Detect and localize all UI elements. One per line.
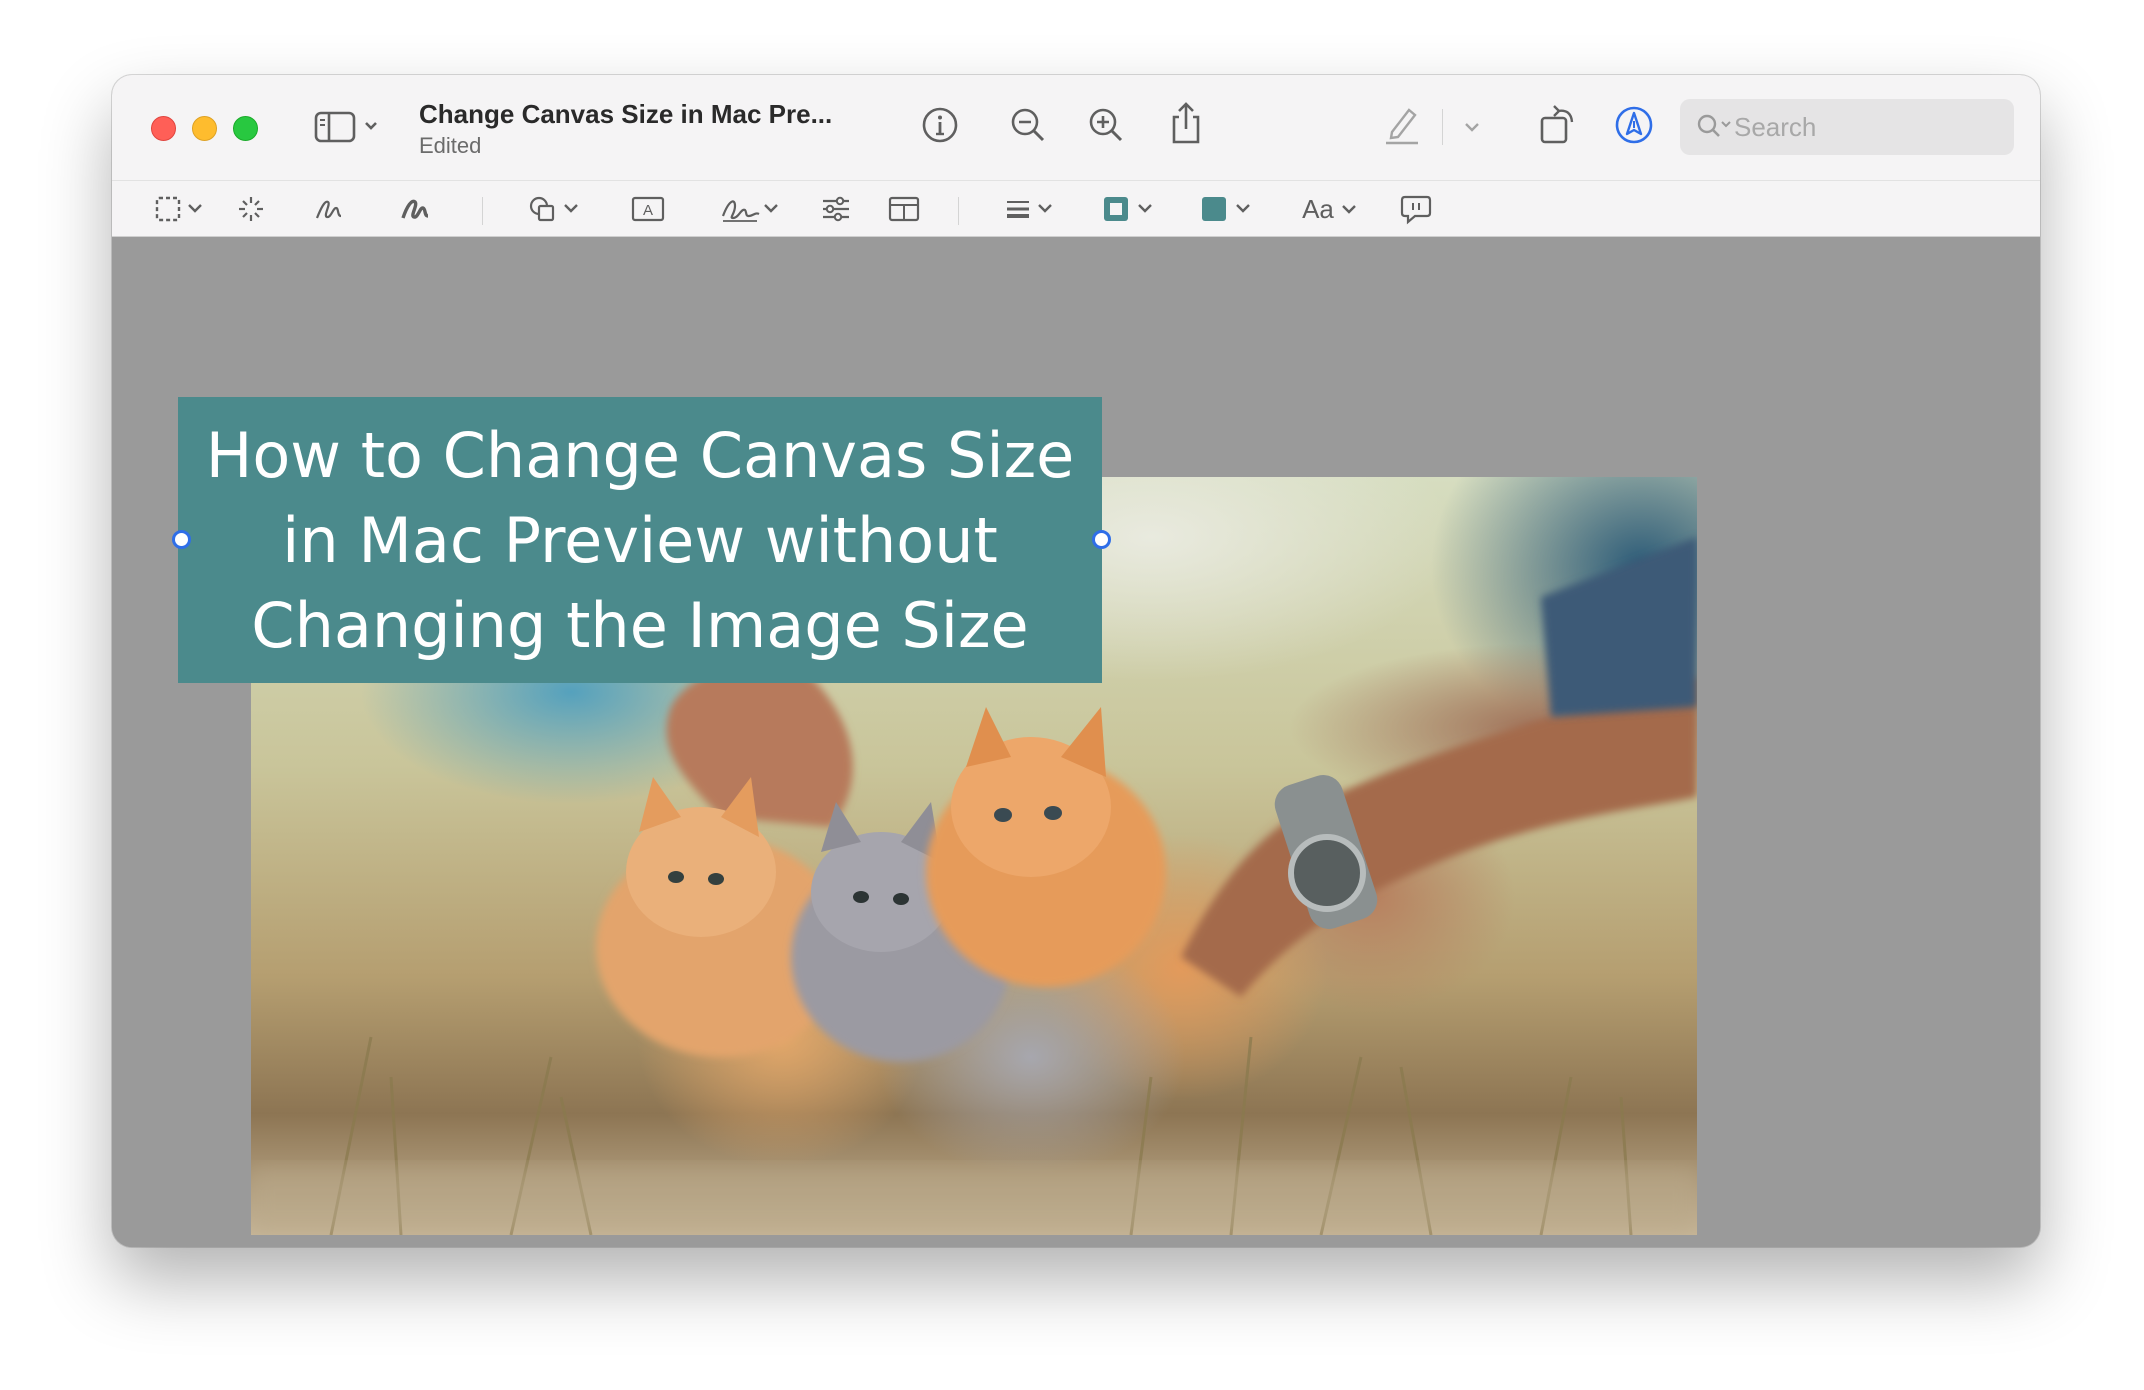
note-button[interactable] [1398, 193, 1434, 225]
rotate-button[interactable] [1536, 101, 1580, 147]
adjust-size-icon [888, 196, 920, 222]
highlighter-icon [1386, 108, 1418, 145]
zoom-out-icon [1011, 108, 1045, 142]
fill-color-icon [1202, 197, 1250, 221]
markup-pen-icon [1615, 106, 1653, 144]
close-button[interactable] [151, 116, 176, 141]
highlight-button[interactable] [1380, 101, 1424, 147]
toolbar-divider [958, 197, 959, 225]
adjust-color-button[interactable] [818, 193, 854, 225]
search-field[interactable] [1680, 99, 2014, 155]
text-box-icon: A [631, 196, 665, 222]
toolbar-area: Change Canvas Size in Mac Pre... Edited [112, 75, 2040, 237]
markup-toolbar-button[interactable] [1612, 103, 1656, 147]
zoom-in-button[interactable] [1084, 103, 1128, 147]
text-box-left-handle[interactable] [172, 530, 191, 549]
text-style-label: Aa [1302, 193, 1334, 224]
preview-window: Change Canvas Size in Mac Pre... Edited [112, 75, 2040, 1247]
fill-color-button[interactable] [1198, 193, 1260, 225]
sidebar-icon [314, 111, 377, 143]
line-style-icon [1007, 201, 1052, 218]
zoom-button[interactable] [233, 116, 258, 141]
shape-style-button[interactable] [1002, 193, 1064, 225]
chevron-down-icon [1465, 123, 1479, 132]
signature-button[interactable] [718, 193, 784, 225]
share-icon [1172, 102, 1200, 144]
search-input[interactable] [1734, 109, 2004, 145]
signature-icon [721, 200, 778, 222]
document-canvas[interactable]: How to Change Canvas Size in Mac Preview… [112, 237, 2040, 1247]
draw-icon [401, 199, 429, 219]
magic-wand-icon [239, 197, 263, 221]
zoom-in-icon [1089, 108, 1123, 142]
text-style-button[interactable]: Aa [1298, 193, 1364, 225]
zoom-out-button[interactable] [1006, 103, 1050, 147]
toolbar-divider [1442, 109, 1443, 145]
selection-tool-button[interactable] [152, 193, 214, 225]
sliders-icon [823, 196, 849, 222]
shapes-icon [529, 196, 578, 222]
border-color-icon [1104, 197, 1152, 221]
highlight-options-button[interactable] [1456, 109, 1488, 145]
instant-alpha-button[interactable] [234, 193, 268, 225]
chevron-down-icon [1342, 205, 1356, 214]
info-button[interactable] [918, 103, 962, 147]
text-box-right-handle[interactable] [1092, 530, 1111, 549]
speech-bubble-icon [1400, 195, 1432, 225]
toolbar-row-divider [112, 180, 2040, 181]
minimize-button[interactable] [192, 116, 217, 141]
document-title[interactable]: Change Canvas Size in Mac Pre... [419, 99, 832, 130]
rectangular-selection-icon [155, 196, 202, 222]
title-text-box[interactable]: How to Change Canvas Size in Mac Preview… [178, 397, 1102, 683]
text-box-button[interactable]: A [628, 193, 668, 225]
document-status: Edited [419, 133, 482, 158]
rotate-icon [1540, 105, 1574, 144]
search-icon [1697, 114, 1731, 137]
sketch-icon [315, 200, 342, 219]
sidebar-toggle-button[interactable] [312, 107, 382, 147]
toolbar-divider [482, 197, 483, 225]
adjust-size-button[interactable] [886, 193, 922, 225]
share-button[interactable] [1164, 99, 1208, 147]
info-icon [922, 107, 958, 143]
title-text[interactable]: How to Change Canvas Size in Mac Preview… [190, 413, 1090, 668]
border-color-button[interactable] [1100, 193, 1162, 225]
sketch-tool-button[interactable] [312, 193, 346, 225]
draw-tool-button[interactable] [398, 193, 432, 225]
shapes-button[interactable] [526, 193, 588, 225]
svg-text:A: A [643, 202, 653, 219]
